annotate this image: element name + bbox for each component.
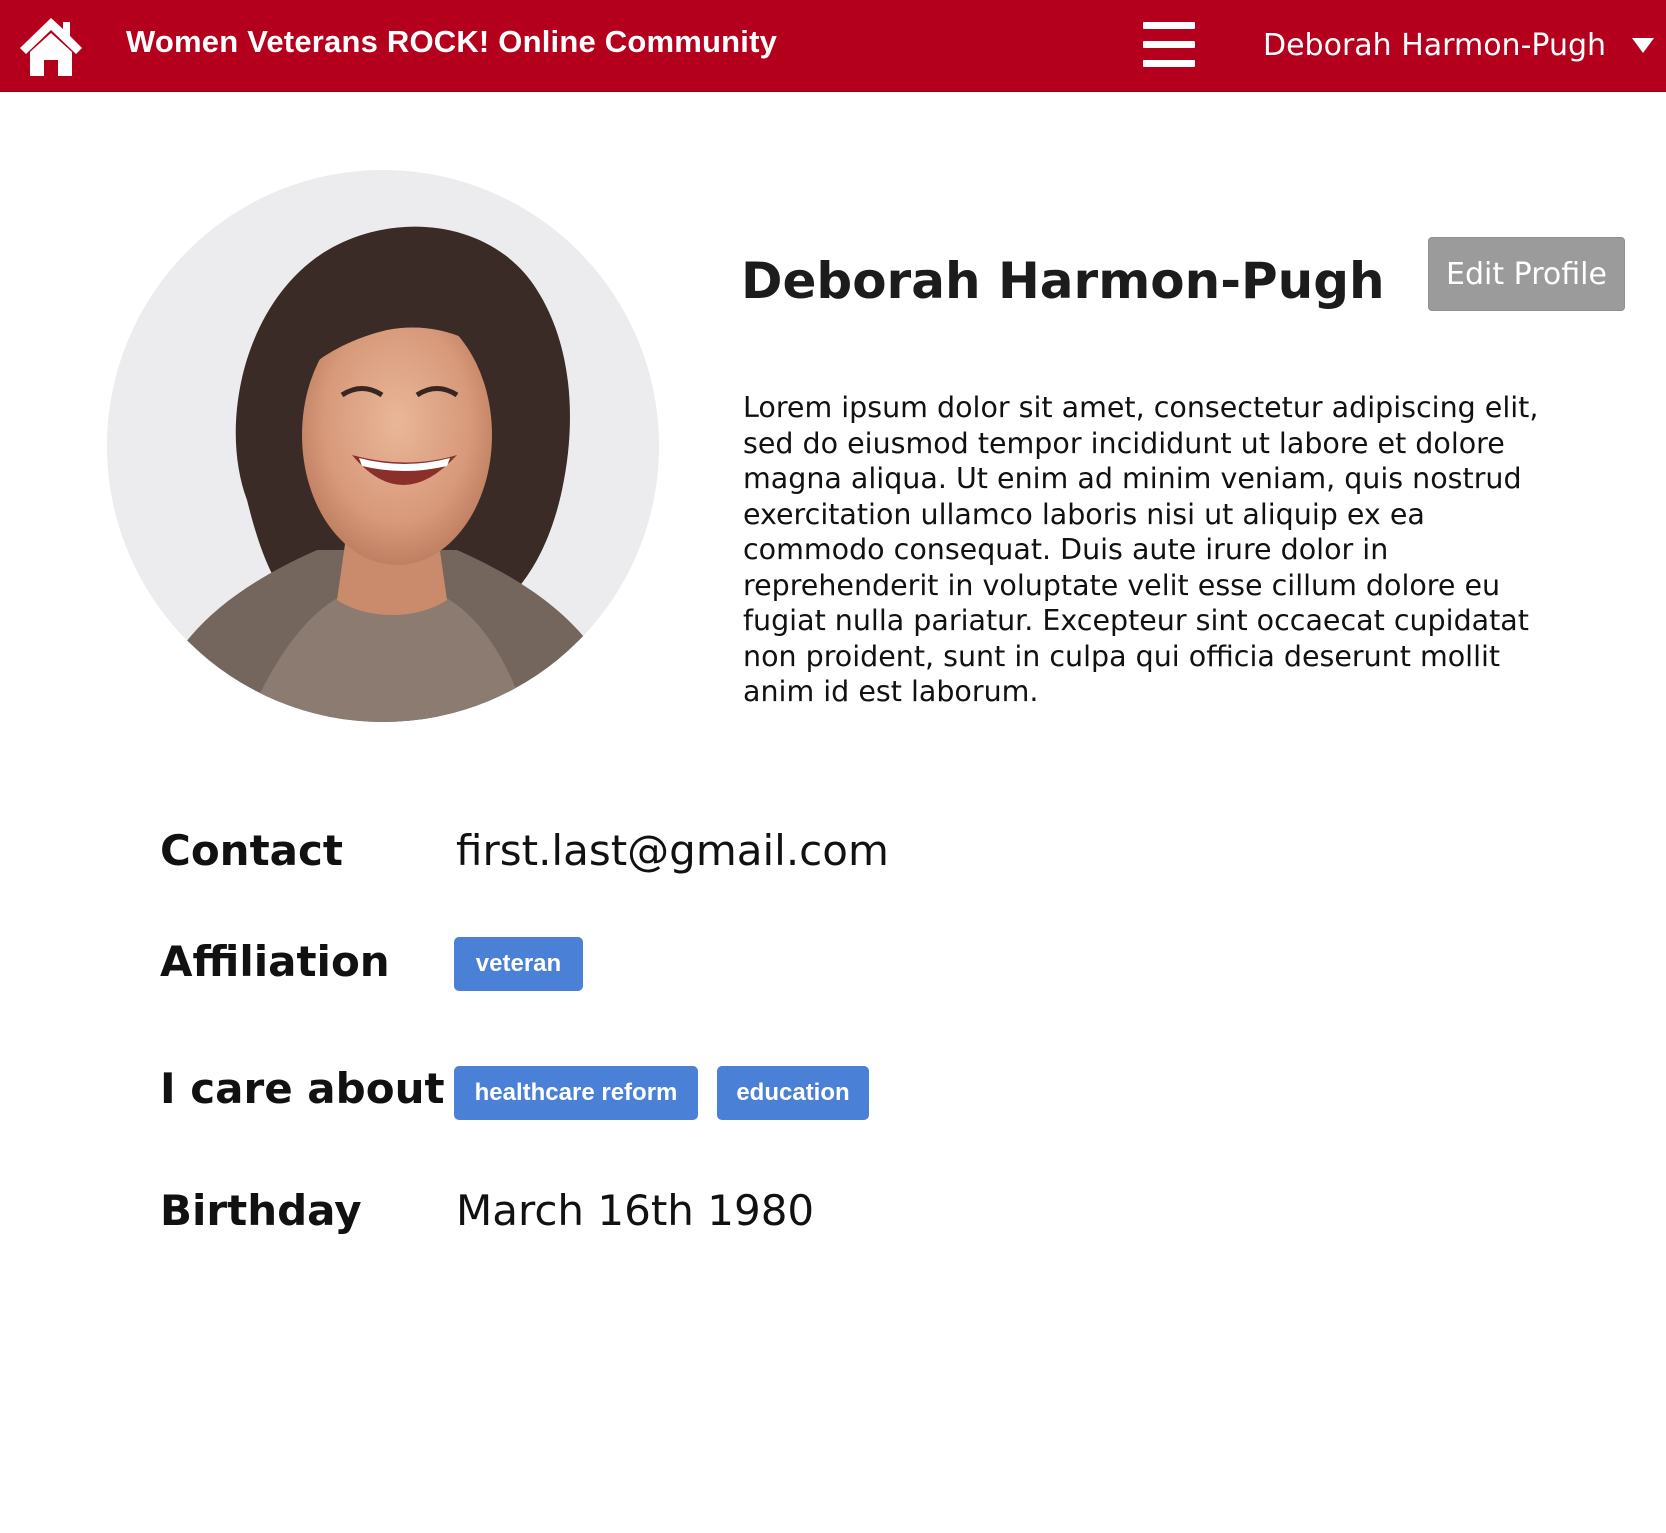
- caret-down-icon: [1632, 37, 1655, 53]
- affiliation-tag-veteran[interactable]: veteran: [454, 937, 583, 991]
- app-title[interactable]: Women Veterans ROCK! Online Community: [126, 24, 777, 60]
- top-navigation-bar: Women Veterans ROCK! Online Community De…: [0, 0, 1666, 92]
- birthday-label: Birthday: [160, 1186, 362, 1235]
- affiliation-label: Affiliation: [160, 937, 390, 986]
- user-name: Deborah Harmon-Pugh: [1263, 27, 1607, 63]
- interests-label: I care about: [160, 1064, 445, 1113]
- profile-avatar: [107, 170, 659, 722]
- contact-label: Contact: [160, 826, 343, 875]
- hamburger-menu-icon: [1143, 22, 1195, 29]
- hamburger-menu-button[interactable]: [1143, 22, 1195, 68]
- home-icon: [20, 18, 82, 76]
- contact-email[interactable]: first.last@gmail.com: [456, 826, 889, 875]
- home-button[interactable]: [18, 14, 84, 78]
- profile-name: Deborah Harmon-Pugh: [741, 252, 1385, 310]
- interest-tag-healthcare-reform[interactable]: healthcare reform: [454, 1066, 698, 1120]
- birthday-value: March 16th 1980: [456, 1186, 815, 1235]
- profile-bio: Lorem ipsum dolor sit amet, consectetur …: [743, 391, 1539, 708]
- user-account-dropdown[interactable]: Deborah Harmon-Pugh: [1263, 23, 1655, 67]
- edit-profile-button[interactable]: Edit Profile: [1428, 237, 1625, 311]
- interest-tag-education[interactable]: education: [717, 1066, 869, 1120]
